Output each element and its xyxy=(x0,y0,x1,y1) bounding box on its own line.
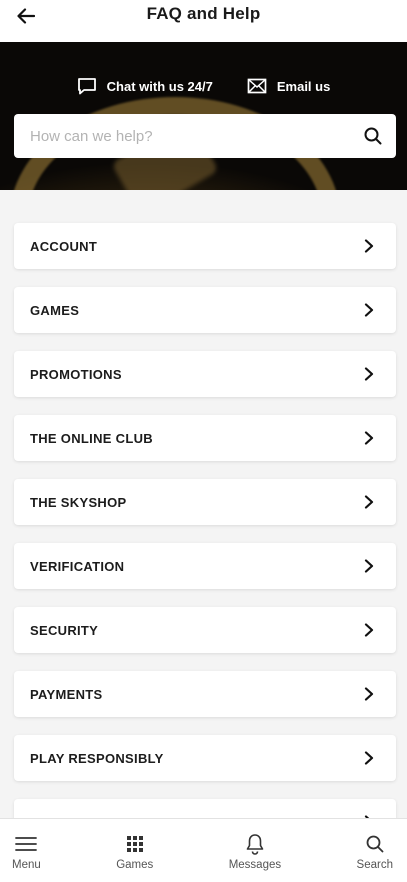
help-search-bar xyxy=(14,114,396,158)
hero-banner: Chat with us 24/7 Email us xyxy=(0,42,407,190)
category-label: GAMES xyxy=(30,302,80,318)
nav-menu[interactable]: Menu xyxy=(12,819,41,882)
page-title: FAQ and Help xyxy=(146,4,261,23)
contact-options: Chat with us 24/7 Email us xyxy=(0,75,407,97)
search-icon[interactable] xyxy=(362,125,384,147)
chat-icon xyxy=(77,78,96,95)
nav-messages[interactable]: Messages xyxy=(229,819,281,882)
nav-label: Messages xyxy=(228,859,282,871)
chevron-right-icon xyxy=(364,687,374,701)
chevron-right-icon xyxy=(364,495,374,509)
faq-category-verification[interactable]: VERIFICATION xyxy=(14,543,396,589)
menu-icon xyxy=(15,834,38,854)
chevron-right-icon xyxy=(364,559,374,573)
category-label: SECURITY xyxy=(30,622,99,638)
chat-button[interactable]: Chat with us 24/7 xyxy=(77,75,213,97)
nav-label: Menu xyxy=(12,859,41,871)
bell-icon xyxy=(245,834,265,855)
faq-category-security[interactable]: SECURITY xyxy=(14,607,396,653)
faq-category-payments[interactable]: PAYMENTS xyxy=(14,671,396,717)
top-bar: FAQ and Help xyxy=(0,0,407,42)
bottom-navigation: Menu Games Messages Search xyxy=(0,818,407,882)
category-label: ACCOUNT xyxy=(30,238,98,254)
faq-category-games[interactable]: GAMES xyxy=(14,287,396,333)
nav-search[interactable]: Search xyxy=(357,819,393,882)
nav-label: Games xyxy=(116,859,154,871)
email-icon xyxy=(247,78,267,94)
faq-category-list: ACCOUNT GAMES PROMOTIONS THE ONLINE CLUB… xyxy=(14,223,396,863)
category-label: PLAY RESPONSIBLY xyxy=(30,750,164,766)
chevron-right-icon xyxy=(364,431,374,445)
chevron-right-icon xyxy=(364,367,374,381)
category-label: THE SKYSHOP xyxy=(30,494,127,510)
category-label: PROMOTIONS xyxy=(30,366,122,382)
faq-category-promotions[interactable]: PROMOTIONS xyxy=(14,351,396,397)
nav-label: Search xyxy=(356,859,393,871)
email-label: Email us xyxy=(276,78,331,94)
faq-category-skyshop[interactable]: THE SKYSHOP xyxy=(14,479,396,525)
chevron-right-icon xyxy=(364,751,374,765)
faq-category-online-club[interactable]: THE ONLINE CLUB xyxy=(14,415,396,461)
help-search-input[interactable] xyxy=(30,127,362,145)
category-label: PAYMENTS xyxy=(30,686,103,702)
category-label: THE ONLINE CLUB xyxy=(30,430,153,446)
faq-category-account[interactable]: ACCOUNT xyxy=(14,223,396,269)
faq-category-play-responsibly[interactable]: PLAY RESPONSIBLY xyxy=(14,735,396,781)
email-button[interactable]: Email us xyxy=(247,75,330,97)
nav-games[interactable]: Games xyxy=(116,819,153,882)
chevron-right-icon xyxy=(364,623,374,637)
chat-label: Chat with us 24/7 xyxy=(106,78,213,94)
chevron-right-icon xyxy=(364,303,374,317)
chevron-right-icon xyxy=(364,239,374,253)
grid-icon xyxy=(126,834,144,854)
search-icon xyxy=(366,834,384,854)
category-label: VERIFICATION xyxy=(30,558,125,574)
